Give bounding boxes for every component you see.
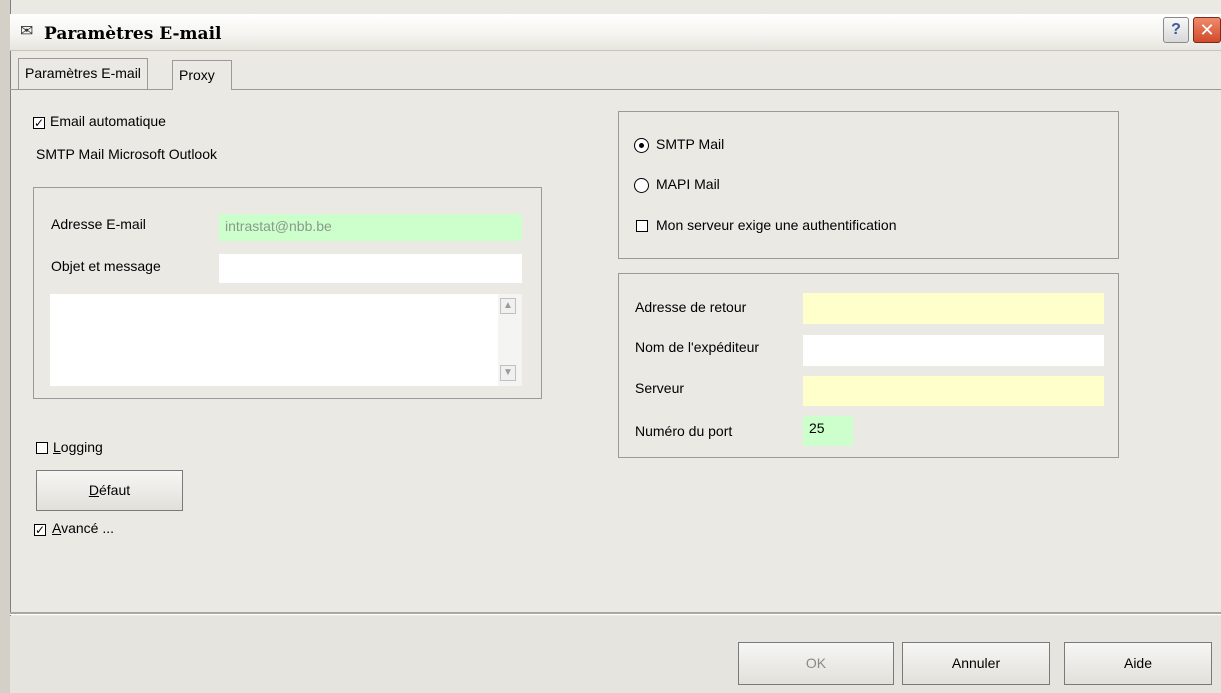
mapi-radio[interactable] bbox=[634, 178, 649, 193]
cancel-button[interactable]: Annuler bbox=[902, 642, 1050, 685]
ok-button[interactable]: OK bbox=[738, 642, 894, 685]
server-field[interactable] bbox=[803, 376, 1104, 406]
window-border bbox=[0, 0, 11, 693]
subject-field[interactable] bbox=[219, 254, 522, 283]
advanced-checkbox[interactable]: ✓ bbox=[34, 524, 46, 536]
scroll-up-icon[interactable]: ▲ bbox=[500, 298, 516, 314]
footer-separator bbox=[10, 612, 1221, 615]
mail-type-text: SMTP Mail Microsoft Outlook bbox=[36, 146, 218, 162]
help-button[interactable]: Aide bbox=[1064, 642, 1212, 685]
auto-email-label: Email automatique bbox=[50, 113, 166, 129]
port-field[interactable]: 25 bbox=[803, 416, 853, 446]
help-title-button[interactable]: ? bbox=[1163, 17, 1189, 43]
close-button[interactable]: ✕ bbox=[1193, 17, 1221, 43]
logging-checkbox[interactable] bbox=[36, 442, 48, 454]
window-title: Paramètres E-mail bbox=[44, 24, 222, 44]
return-address-label: Adresse de retour bbox=[635, 299, 747, 315]
server-label: Serveur bbox=[635, 380, 685, 396]
auth-checkbox[interactable] bbox=[636, 220, 648, 232]
mapi-label: MAPI Mail bbox=[656, 176, 720, 192]
advanced-label: Avancé ... bbox=[52, 520, 115, 536]
email-address-label: Adresse E-mail bbox=[51, 216, 146, 232]
email-address-field[interactable]: intrastat@nbb.be bbox=[219, 214, 522, 241]
email-settings-icon: ✉ bbox=[20, 23, 34, 40]
return-address-field[interactable] bbox=[803, 293, 1104, 324]
sender-name-label: Nom de l'expéditeur bbox=[635, 339, 760, 355]
smtp-label: SMTP Mail bbox=[656, 136, 725, 152]
sender-name-field[interactable] bbox=[803, 335, 1104, 366]
message-textarea[interactable] bbox=[50, 294, 498, 386]
tab-proxy[interactable]: Proxy bbox=[172, 60, 232, 90]
auth-label: Mon serveur exige une authentification bbox=[656, 217, 897, 233]
port-label: Numéro du port bbox=[635, 423, 733, 439]
subject-label: Objet et message bbox=[51, 258, 161, 274]
default-button[interactable]: Défaut bbox=[36, 470, 183, 511]
tab-email-settings[interactable]: Paramètres E-mail bbox=[18, 58, 148, 89]
auto-email-checkbox[interactable]: ✓ bbox=[33, 117, 45, 129]
logging-label: Logging bbox=[53, 439, 103, 455]
smtp-radio[interactable] bbox=[634, 138, 649, 153]
scroll-down-icon[interactable]: ▼ bbox=[500, 365, 516, 381]
